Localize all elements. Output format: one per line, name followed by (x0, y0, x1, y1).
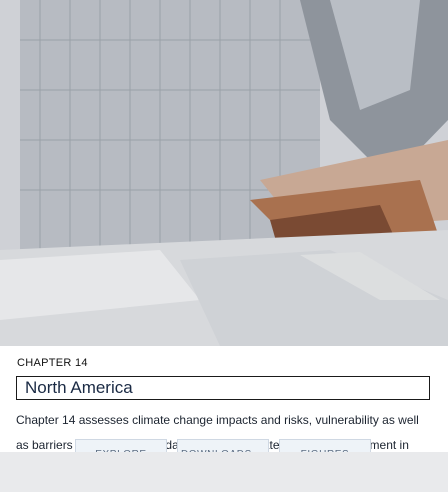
hero-image (0, 0, 448, 346)
chapter-title: North America (25, 378, 133, 397)
chapter-title-box: North America (16, 376, 430, 400)
chapter-label: CHAPTER 14 (17, 357, 88, 369)
bottom-band (0, 452, 448, 492)
